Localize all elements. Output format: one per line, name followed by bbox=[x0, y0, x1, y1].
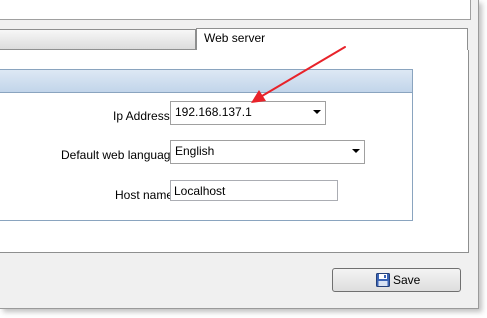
settings-window: Web server Ip Address 192.168.137.1 Defa… bbox=[0, 0, 479, 309]
ip-address-select[interactable]: 192.168.137.1 bbox=[170, 101, 326, 125]
chevron-down-icon[interactable] bbox=[352, 149, 360, 153]
default-web-language-select[interactable]: English bbox=[170, 140, 365, 164]
save-button-label: Save bbox=[393, 273, 421, 287]
host-name-label: Host name bbox=[115, 188, 174, 202]
floppy-disk-icon bbox=[376, 273, 390, 287]
group-header-bar bbox=[0, 70, 412, 93]
host-name-field[interactable] bbox=[171, 181, 337, 200]
default-web-language-value: English bbox=[175, 144, 215, 158]
host-name-field-wrapper bbox=[170, 180, 338, 201]
save-button[interactable]: Save bbox=[332, 268, 461, 292]
chevron-down-icon[interactable] bbox=[313, 110, 321, 114]
tab-previous[interactable] bbox=[0, 29, 196, 50]
top-panel-strip bbox=[0, 0, 471, 20]
ip-address-label: Ip Address bbox=[113, 109, 170, 123]
default-web-language-label: Default web language bbox=[61, 148, 178, 162]
tab-web-server-label: Web server bbox=[204, 31, 266, 45]
ip-address-value: 192.168.137.1 bbox=[175, 105, 252, 119]
